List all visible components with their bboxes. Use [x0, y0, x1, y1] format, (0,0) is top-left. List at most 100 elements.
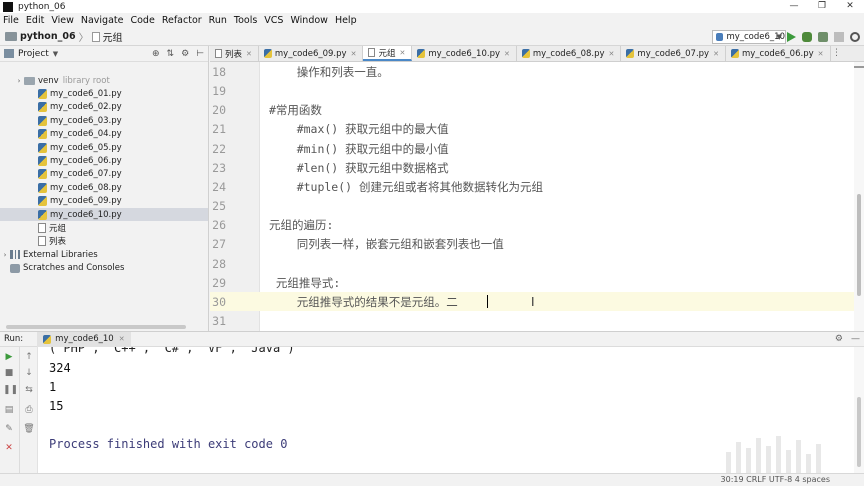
chevron-right-icon[interactable]: ›	[14, 77, 24, 85]
editor-tab[interactable]: 元组 ✕	[363, 46, 413, 61]
code-line[interactable]: 20 #常用函数	[210, 100, 854, 119]
close-icon[interactable]: ✕	[399, 49, 405, 57]
close-icon[interactable]: ✕	[609, 50, 615, 58]
chevron-down-icon[interactable]: ▼	[53, 50, 58, 58]
gear-icon[interactable]: ⚙	[181, 49, 189, 59]
tree-item[interactable]: my_code6_05.py	[0, 141, 208, 154]
tree-item[interactable]: my_code6_04.py	[0, 128, 208, 141]
restore-layout-icon[interactable]: ▤	[3, 405, 15, 415]
tree-item[interactable]: my_code6_08.py	[0, 181, 208, 194]
tree-item[interactable]: my_code6_09.py	[0, 195, 208, 208]
hide-icon[interactable]: ⊢	[196, 49, 204, 59]
code-text: #max() 获取元组中的最大值	[269, 122, 449, 137]
code-text: 元组推导式:	[269, 275, 341, 290]
tree-item[interactable]: my_code6_02.py	[0, 101, 208, 114]
trash-icon[interactable]: 🗑	[23, 424, 35, 434]
arrow-down-icon[interactable]: ↓	[23, 368, 35, 378]
stop-icon[interactable]: ■	[3, 368, 15, 378]
chevron-right-icon[interactable]: ›	[0, 251, 10, 259]
close-icon[interactable]: ✕	[351, 50, 357, 58]
code-line[interactable]: 18 操作和列表一直。	[210, 62, 854, 81]
tree-item[interactable]: 元组	[0, 221, 208, 234]
menu-vcs[interactable]: VCS	[264, 15, 283, 26]
project-panel-title[interactable]: Project	[18, 49, 49, 59]
menu-window[interactable]: Window	[290, 15, 327, 26]
debug-icon[interactable]	[802, 32, 812, 42]
breadcrumb-file[interactable]: 元组	[103, 29, 123, 44]
collapse-icon[interactable]: ⇅	[167, 49, 175, 59]
minimize-button[interactable]: —	[780, 0, 808, 13]
menu-code[interactable]: Code	[130, 15, 154, 26]
code-line[interactable]: 25	[210, 196, 854, 215]
menu-refactor[interactable]: Refactor	[162, 15, 202, 26]
editor-tab[interactable]: my_code6_06.py ✕	[726, 46, 831, 61]
tree-item[interactable]: Scratches and Consoles	[0, 261, 208, 274]
console-vertical-scrollbar[interactable]	[854, 347, 864, 473]
editor-tab-label: my_code6_08.py	[532, 48, 605, 59]
run-panel-label: Run:	[4, 334, 24, 344]
code-editor[interactable]: 18 操作和列表一直。 19 20 #常用函数 21 #max() 获取元组中的最大值 2…	[210, 62, 864, 331]
tree-item[interactable]: my_code6_01.py	[0, 87, 208, 100]
coverage-icon[interactable]	[818, 32, 828, 42]
code-line[interactable]: 31	[210, 311, 854, 330]
menu-navigate[interactable]: Navigate	[81, 15, 124, 26]
tree-item[interactable]: my_code6_07.py	[0, 168, 208, 181]
code-line[interactable]: 27 同列表一样，嵌套元组和嵌套列表也一值	[210, 234, 854, 253]
rerun-icon[interactable]: ▶	[3, 352, 15, 362]
code-line[interactable]: 24 #tuple() 创建元组或者将其他数据转化为元组	[210, 177, 854, 196]
editor-vertical-scrollbar[interactable]	[854, 62, 864, 331]
editor-tab[interactable]: my_code6_09.py ✕	[259, 46, 364, 61]
menu-tools[interactable]: Tools	[234, 15, 257, 26]
tree-item[interactable]: › venv library root	[0, 74, 208, 87]
tab-overflow-icon[interactable]: ⋮	[831, 46, 843, 61]
close-icon[interactable]: ✕	[246, 50, 252, 58]
gear-icon[interactable]: ⚙	[835, 334, 843, 344]
close-icon[interactable]: ✕	[119, 335, 125, 343]
breadcrumb-project[interactable]: python_06	[20, 31, 76, 42]
tree-item[interactable]: my_code6_06.py	[0, 154, 208, 167]
pin-icon[interactable]: ✎	[3, 424, 15, 434]
pause-icon[interactable]: ❚❚	[3, 385, 18, 395]
menu-run[interactable]: Run	[209, 15, 227, 26]
tree-item[interactable]: my_code6_10.py	[0, 207, 208, 222]
run-tab[interactable]: my_code6_10 ✕	[37, 331, 131, 347]
tree-item[interactable]: 列表	[0, 235, 208, 248]
code-line[interactable]: 26 元组的遍历:	[210, 215, 854, 234]
code-line[interactable]: 29 元组推导式:	[210, 273, 854, 292]
hide-icon[interactable]: —	[851, 334, 860, 344]
maximize-button[interactable]: ❐	[808, 0, 836, 13]
menu-file[interactable]: File	[3, 15, 19, 26]
scrollbar-thumb[interactable]	[857, 194, 861, 296]
code-line[interactable]: 21 #max() 获取元组中的最大值	[210, 119, 854, 138]
code-line[interactable]: 19	[210, 81, 854, 100]
tree-item[interactable]: › External Libraries	[0, 248, 208, 261]
scrollbar-thumb[interactable]	[857, 397, 861, 467]
close-icon[interactable]: ✕	[504, 50, 510, 58]
close-icon[interactable]: ✕	[3, 443, 15, 453]
editor-tab[interactable]: my_code6_08.py ✕	[517, 46, 622, 61]
editor-tab[interactable]: my_code6_07.py ✕	[621, 46, 726, 61]
arrow-up-icon[interactable]: ↑	[23, 352, 35, 362]
run-icon[interactable]	[787, 32, 796, 42]
soft-wrap-icon[interactable]: ⇆	[23, 385, 35, 395]
menu-help[interactable]: Help	[335, 15, 357, 26]
horizontal-scrollbar[interactable]	[6, 325, 186, 329]
close-icon[interactable]: ✕	[713, 50, 719, 58]
code-line[interactable]: 22 #min() 获取元组中的最小值	[210, 139, 854, 158]
close-icon[interactable]: ✕	[818, 50, 824, 58]
search-icon[interactable]	[850, 32, 860, 42]
editor-tab[interactable]: 列表 ✕	[210, 46, 259, 61]
tree-item[interactable]: my_code6_03.py	[0, 114, 208, 127]
close-window-button[interactable]: ✕	[836, 0, 864, 13]
line-number: 28	[212, 256, 226, 271]
menu-view[interactable]: View	[51, 15, 74, 26]
code-line[interactable]: 23 #len() 获取元组中数据格式	[210, 158, 854, 177]
stop-icon[interactable]	[834, 32, 844, 42]
code-line[interactable]: 28	[210, 254, 854, 273]
locate-icon[interactable]: ⊕	[152, 49, 160, 59]
code-text: #tuple() 创建元组或者将其他数据转化为元组	[269, 179, 544, 194]
run-configuration-select[interactable]: my_code6_10 ▼	[712, 30, 786, 44]
editor-tab[interactable]: my_code6_10.py ✕	[412, 46, 517, 61]
print-icon[interactable]: ⎙	[23, 405, 35, 415]
menu-edit[interactable]: Edit	[26, 15, 44, 26]
